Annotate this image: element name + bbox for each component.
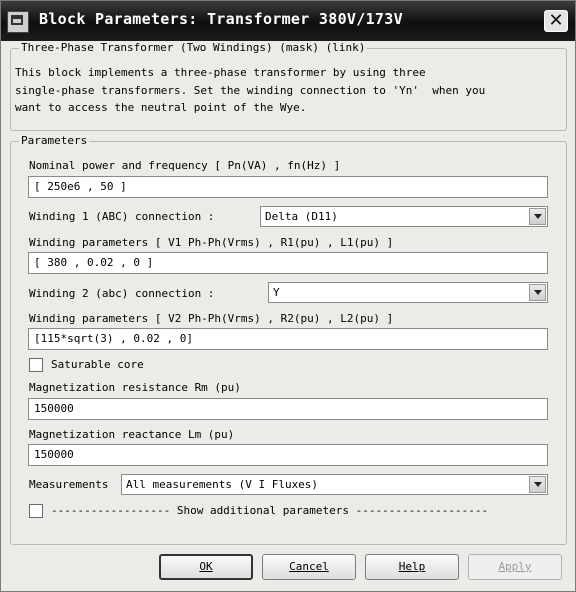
winding2-connection-select[interactable]: Y (268, 282, 548, 303)
mask-legend: Three-Phase Transformer (Two Windings) (… (19, 41, 368, 54)
close-icon: ✕ (548, 10, 564, 31)
measurements-label: Measurements (29, 478, 109, 491)
close-button[interactable]: ✕ (544, 10, 568, 32)
ok-button-label: OK (199, 560, 213, 573)
saturable-core-label: Saturable core (51, 358, 144, 371)
nominal-power-label: Nominal power and frequency [ Pn(VA) , f… (29, 159, 341, 172)
winding1-connection-select[interactable]: Delta (D11) (260, 206, 548, 227)
winding2-params-input[interactable]: [115*sqrt(3) , 0.02 , 0] (28, 328, 548, 350)
winding1-connection-value: Delta (D11) (265, 210, 338, 223)
chevron-down-icon[interactable] (529, 284, 546, 301)
cancel-button[interactable]: Cancel (262, 554, 356, 580)
winding1-params-input[interactable]: [ 380 , 0.02 , 0 ] (28, 252, 548, 274)
winding1-params-label: Winding parameters [ V1 Ph-Ph(Vrms) , R1… (29, 236, 394, 249)
magnetization-reactance-label: Magnetization reactance Lm (pu) (29, 428, 235, 441)
chevron-down-icon[interactable] (529, 476, 546, 493)
magnetization-reactance-input[interactable]: 150000 (28, 444, 548, 466)
measurements-select[interactable]: All measurements (V I Fluxes) (121, 474, 548, 495)
ok-button[interactable]: OK (159, 554, 253, 580)
show-additional-label: ------------------ Show additional param… (51, 504, 489, 517)
show-additional-checkbox[interactable] (29, 504, 43, 518)
winding1-connection-label: Winding 1 (ABC) connection : (29, 210, 215, 223)
mask-description: This block implements a three-phase tran… (15, 66, 486, 114)
apply-button-label: Apply (498, 560, 532, 573)
winding2-connection-value: Y (273, 286, 280, 299)
apply-button[interactable]: Apply (468, 554, 562, 580)
winding2-connection-label: Winding 2 (abc) connection : (29, 287, 215, 300)
simulink-block-icon (7, 11, 29, 33)
nominal-power-input[interactable]: [ 250e6 , 50 ] (28, 176, 548, 198)
cancel-button-label: Cancel (289, 560, 329, 573)
magnetization-resistance-label: Magnetization resistance Rm (pu) (29, 381, 241, 394)
help-button-label: Help (398, 560, 426, 573)
chevron-down-icon[interactable] (529, 208, 546, 225)
dialog-window: Block Parameters: Transformer 380V/173V … (0, 0, 576, 592)
parameters-legend: Parameters (19, 134, 90, 147)
window-title: Block Parameters: Transformer 380V/173V (39, 10, 403, 28)
saturable-core-checkbox[interactable] (29, 358, 43, 372)
magnetization-resistance-input[interactable]: 150000 (28, 398, 548, 420)
help-button[interactable]: Help (365, 554, 459, 580)
title-bar[interactable]: Block Parameters: Transformer 380V/173V … (1, 1, 575, 41)
measurements-value: All measurements (V I Fluxes) (126, 478, 319, 491)
winding2-params-label: Winding parameters [ V2 Ph-Ph(Vrms) , R2… (29, 312, 394, 325)
